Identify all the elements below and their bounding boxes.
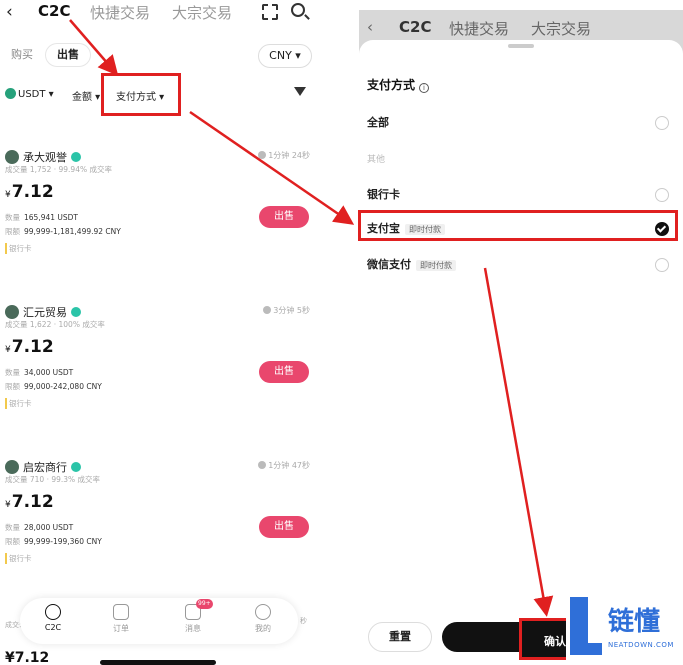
arrow-to-alipay bbox=[189, 110, 355, 225]
arrow-to-payment-filter bbox=[69, 19, 119, 76]
arrow-to-confirm bbox=[483, 267, 554, 617]
annotation-arrows bbox=[69, 19, 554, 617]
